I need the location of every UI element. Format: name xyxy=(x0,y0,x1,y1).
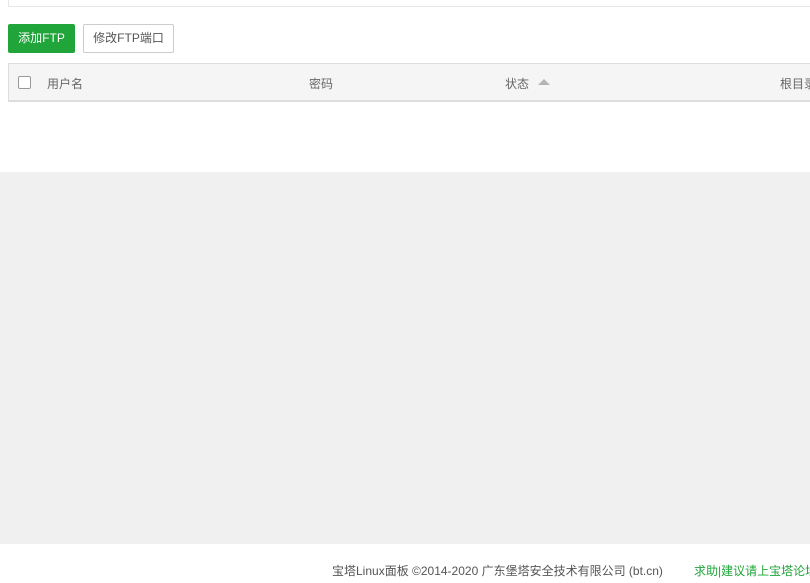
footer-copyright: 宝塔Linux面板 ©2014-2020 广东堡塔安全技术有限公司 (bt.cn… xyxy=(332,564,663,578)
column-root-dir[interactable]: 根目录 xyxy=(780,75,810,92)
page-background xyxy=(0,172,810,544)
column-password[interactable]: 密码 xyxy=(309,75,333,92)
column-username[interactable]: 用户名 xyxy=(47,75,83,92)
add-ftp-button[interactable]: 添加FTP xyxy=(8,24,75,53)
select-all-checkbox[interactable] xyxy=(18,76,31,89)
modify-ftp-port-button[interactable]: 修改FTP端口 xyxy=(83,24,174,53)
ftp-table-header: 用户名 密码 状态 根目录 xyxy=(8,63,810,102)
footer-help-link[interactable]: 求助|建议请上宝塔论坛 xyxy=(694,562,810,579)
column-status[interactable]: 状态 xyxy=(505,75,529,92)
sort-asc-icon[interactable] xyxy=(538,79,550,85)
footer: 宝塔Linux面板 ©2014-2020 广东堡塔安全技术有限公司 (bt.cn… xyxy=(0,544,810,583)
top-panel-strip xyxy=(8,0,810,7)
